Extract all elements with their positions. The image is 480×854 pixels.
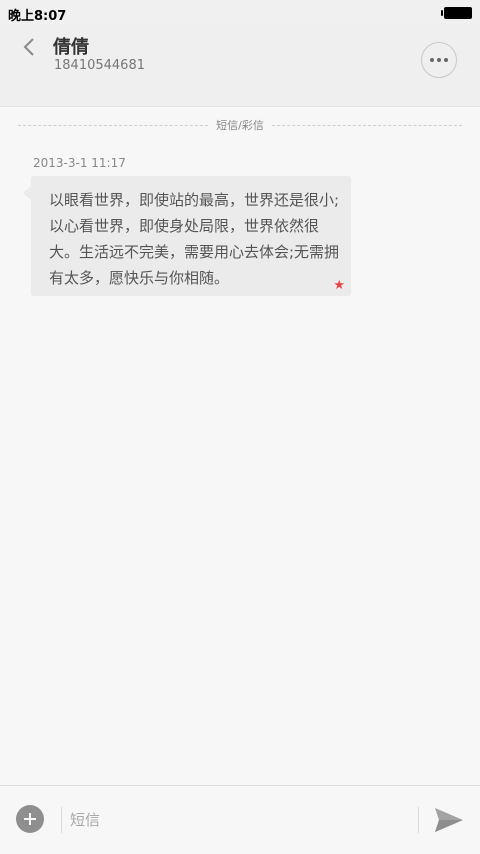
send-icon xyxy=(435,808,463,832)
more-button[interactable] xyxy=(421,42,457,78)
contact-name: 倩倩 xyxy=(53,37,89,58)
status-bar: 晚上8:07 xyxy=(0,0,480,26)
send-button[interactable] xyxy=(432,804,466,836)
composer-divider xyxy=(418,807,419,833)
more-horizontal-icon xyxy=(430,58,434,62)
message-bubble[interactable]: 以眼看世界，即使站的最高，世界还是很小;以心看世界，即使身处局限，世界依然很大。… xyxy=(23,176,351,296)
star-icon: ★ xyxy=(333,278,345,293)
chevron-left-icon xyxy=(23,38,34,56)
sms-input[interactable] xyxy=(70,804,400,836)
more-dot xyxy=(437,58,441,62)
divider-label: 短信/彩信 xyxy=(216,119,264,132)
status-time: 晚上8:07 xyxy=(8,9,67,24)
attach-button[interactable] xyxy=(16,805,44,833)
battery-icon xyxy=(441,7,472,19)
message-timestamp: 2013-3-1 11:17 xyxy=(33,156,126,170)
message-text: 以眼看世界，即使站的最高，世界还是很小;以心看世界，即使身处局限，世界依然很大。… xyxy=(49,191,340,287)
back-button[interactable] xyxy=(14,32,44,62)
message-type-divider: 短信/彩信 xyxy=(18,116,462,134)
more-dot xyxy=(444,58,448,62)
composer-divider xyxy=(61,807,62,833)
divider-line xyxy=(271,124,462,126)
conversation-header: 倩倩 18410544681 xyxy=(0,26,480,107)
contact-number: 18410544681 xyxy=(54,58,145,73)
divider-line xyxy=(18,124,209,126)
plus-circle-icon xyxy=(24,813,36,825)
message-composer xyxy=(0,785,480,854)
